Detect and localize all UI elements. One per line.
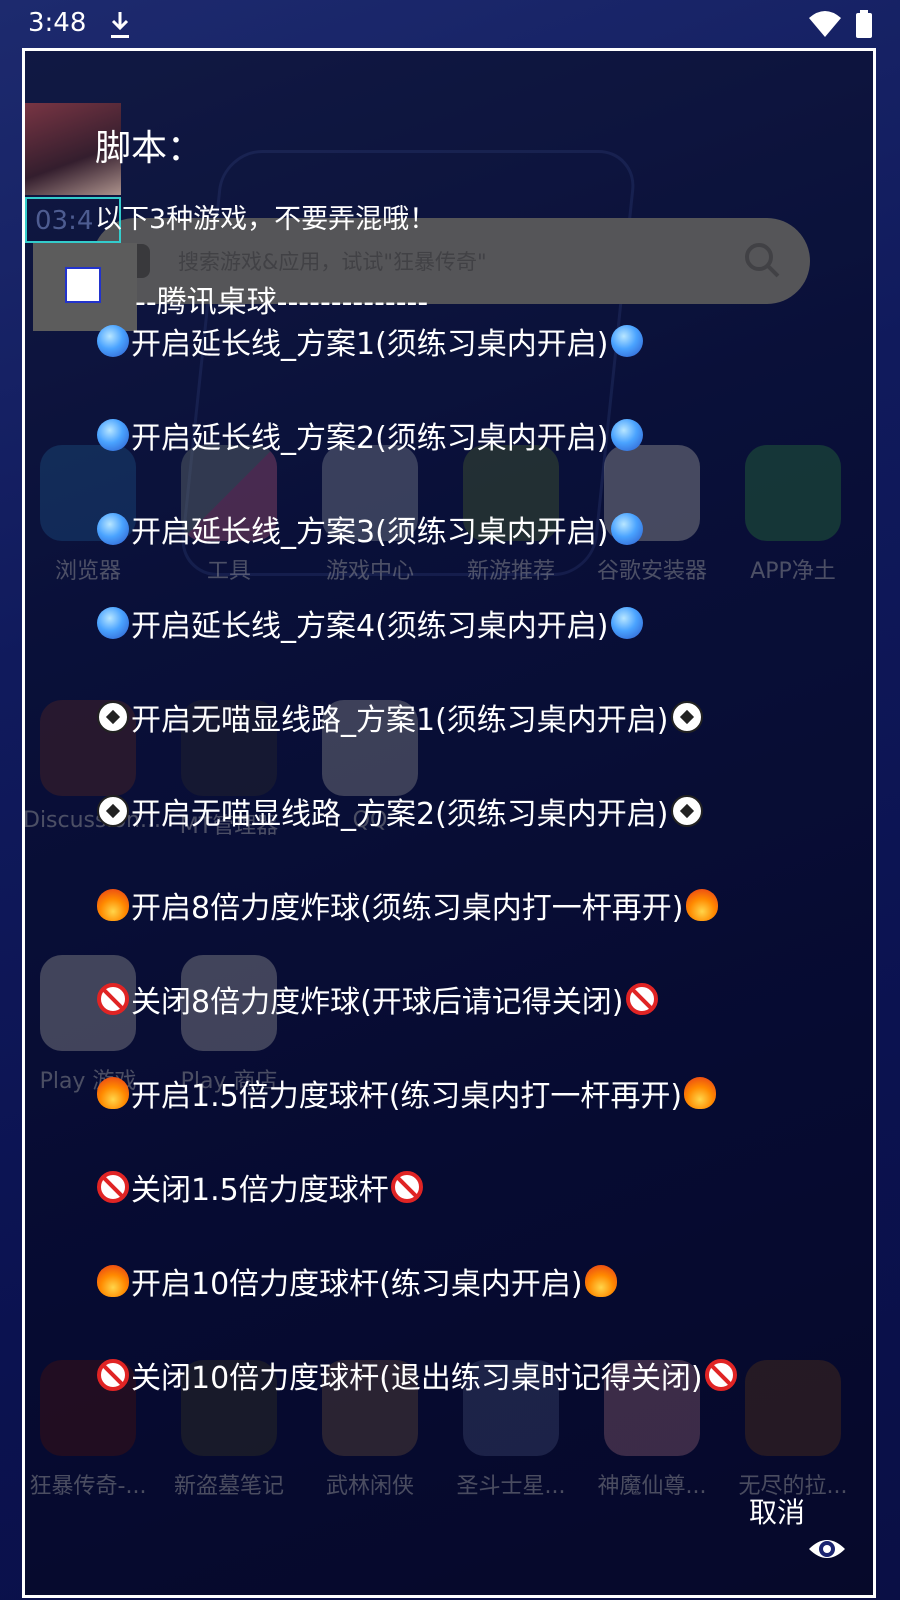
crystal-ball-icon — [610, 419, 643, 451]
no-entry-icon — [625, 983, 658, 1015]
soccer-ball-icon — [670, 795, 703, 827]
no-entry-icon — [97, 1171, 129, 1203]
fire-icon — [684, 1077, 717, 1109]
dialog-title: 脚本： — [95, 128, 204, 169]
cancel-button[interactable]: 取消 — [749, 1491, 805, 1531]
option-label: 关闭1.5倍力度球杆 — [131, 1173, 389, 1208]
crystal-ball-icon — [97, 513, 129, 545]
soccer-ball-icon — [670, 701, 703, 733]
option-extension-line-1[interactable]: 开启延长线_方案1(须练习桌内开启) — [97, 311, 857, 371]
script-dialog: 03:4 脚本： 以下3种游戏，不要弄混哦！ --腾讯桌球-----------… — [22, 48, 876, 1598]
no-entry-icon — [97, 1359, 129, 1391]
option-label: 开启无喵显线路_方案2(须练习桌内开启) — [131, 797, 669, 832]
option-enable-8x-power[interactable]: 开启8倍力度炸球(须练习桌内打一杆再开) — [97, 875, 857, 935]
option-label: 开启延长线_方案2(须练习桌内开启) — [131, 421, 609, 456]
option-extension-line-3[interactable]: 开启延长线_方案3(须练习桌内开启) — [97, 499, 857, 559]
option-label: 关闭10倍力度球杆(退出练习桌时记得关闭) — [131, 1361, 703, 1396]
option-no-meow-line-1[interactable]: 开启无喵显线路_方案1(须练习桌内开启) — [97, 687, 857, 747]
crystal-ball-icon — [610, 607, 643, 639]
option-disable-1-5x-cue[interactable]: 关闭1.5倍力度球杆 — [97, 1157, 857, 1217]
soccer-ball-icon — [97, 795, 129, 827]
section-checkbox[interactable] — [65, 267, 101, 303]
option-label: 开启延长线_方案1(须练习桌内开启) — [131, 327, 609, 362]
eye-icon[interactable] — [807, 1531, 847, 1567]
option-no-meow-line-2[interactable]: 开启无喵显线路_方案2(须练习桌内开启) — [97, 781, 857, 841]
crystal-ball-icon — [610, 513, 643, 545]
option-label: 开启8倍力度炸球(须练习桌内打一杆再开) — [131, 891, 684, 926]
fire-icon — [97, 889, 129, 921]
option-disable-8x-power[interactable]: 关闭8倍力度炸球(开球后请记得关闭) — [97, 969, 857, 1029]
fire-icon — [685, 889, 718, 921]
no-entry-icon — [390, 1171, 423, 1203]
option-enable-1-5x-cue[interactable]: 开启1.5倍力度球杆(练习桌内打一杆再开) — [97, 1063, 857, 1123]
option-label: 关闭8倍力度炸球(开球后请记得关闭) — [131, 985, 624, 1020]
crystal-ball-icon — [97, 325, 129, 357]
option-label: 开启延长线_方案3(须练习桌内开启) — [131, 515, 609, 550]
fire-icon — [97, 1265, 129, 1297]
fire-icon — [97, 1077, 129, 1109]
option-label: 开启10倍力度球杆(练习桌内开启) — [131, 1267, 583, 1302]
option-extension-line-2[interactable]: 开启延长线_方案2(须练习桌内开启) — [97, 405, 857, 465]
crystal-ball-icon — [610, 325, 643, 357]
option-enable-10x-cue[interactable]: 开启10倍力度球杆(练习桌内开启) — [97, 1251, 857, 1311]
option-label: 开启延长线_方案4(须练习桌内开启) — [131, 609, 609, 644]
no-entry-icon — [704, 1359, 737, 1391]
crystal-ball-icon — [97, 419, 129, 451]
option-label: 开启1.5倍力度球杆(练习桌内打一杆再开) — [131, 1079, 683, 1114]
soccer-ball-icon — [97, 701, 129, 733]
option-extension-line-4[interactable]: 开启延长线_方案4(须练习桌内开启) — [97, 593, 857, 653]
option-label: 开启无喵显线路_方案1(须练习桌内开启) — [131, 703, 669, 738]
no-entry-icon — [97, 983, 129, 1015]
dialog-subtitle: 以下3种游戏，不要弄混哦！ — [95, 204, 437, 235]
crystal-ball-icon — [97, 607, 129, 639]
fire-icon — [584, 1265, 617, 1297]
option-disable-10x-cue[interactable]: 关闭10倍力度球杆(退出练习桌时记得关闭) — [97, 1345, 857, 1405]
